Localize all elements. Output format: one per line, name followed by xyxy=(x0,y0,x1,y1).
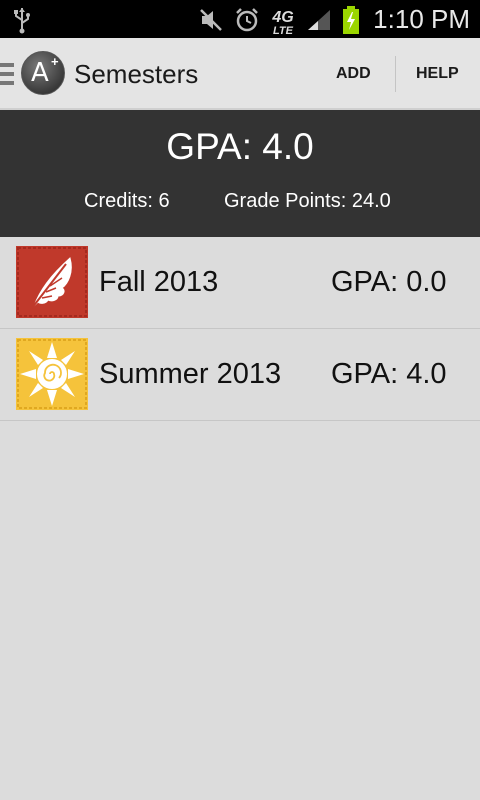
semester-list: Fall 2013 GPA: 0.0 Summer 2013 GPA: 4.0 xyxy=(0,237,480,421)
network-sub-label: LTE xyxy=(273,24,293,37)
leaf-icon xyxy=(16,246,88,318)
page-title: Semesters xyxy=(74,59,199,89)
alarm-icon xyxy=(234,7,260,38)
drawer-menu-icon[interactable] xyxy=(0,63,16,90)
help-button[interactable]: HELP xyxy=(416,64,459,84)
app-logo-letter: A xyxy=(31,58,49,88)
action-divider xyxy=(395,56,396,92)
battery-charging-icon xyxy=(342,6,360,39)
add-button[interactable]: ADD xyxy=(336,64,371,84)
gpa-summary-panel: GPA: 4.0 Credits: 6 Grade Points: 24.0 xyxy=(0,110,480,237)
status-bar: 4G LTE 1:10 PM xyxy=(0,0,480,38)
usb-icon xyxy=(12,6,32,39)
network-4g-lte-icon: 4G LTE xyxy=(270,8,296,37)
semester-row-summer-2013[interactable]: Summer 2013 GPA: 4.0 xyxy=(0,329,480,421)
total-grade-points: Grade Points: 24.0 xyxy=(224,190,391,212)
total-credits: Credits: 6 xyxy=(84,190,170,212)
status-time: 1:10 PM xyxy=(373,4,470,34)
network-label: 4G xyxy=(272,8,294,26)
app-logo[interactable]: A + xyxy=(21,51,65,95)
semester-gpa: GPA: 4.0 xyxy=(331,358,447,390)
mute-icon xyxy=(198,7,224,38)
overall-gpa: GPA: 4.0 xyxy=(166,126,314,167)
semester-name: Fall 2013 xyxy=(99,266,219,298)
signal-icon xyxy=(306,8,332,37)
semester-gpa: GPA: 0.0 xyxy=(331,266,447,298)
semester-name: Summer 2013 xyxy=(99,358,282,390)
action-bar: A + Semesters ADD HELP xyxy=(0,38,480,110)
semester-row-fall-2013[interactable]: Fall 2013 GPA: 0.0 xyxy=(0,237,480,329)
app-logo-plus: + xyxy=(51,54,59,69)
sun-icon xyxy=(16,338,88,410)
